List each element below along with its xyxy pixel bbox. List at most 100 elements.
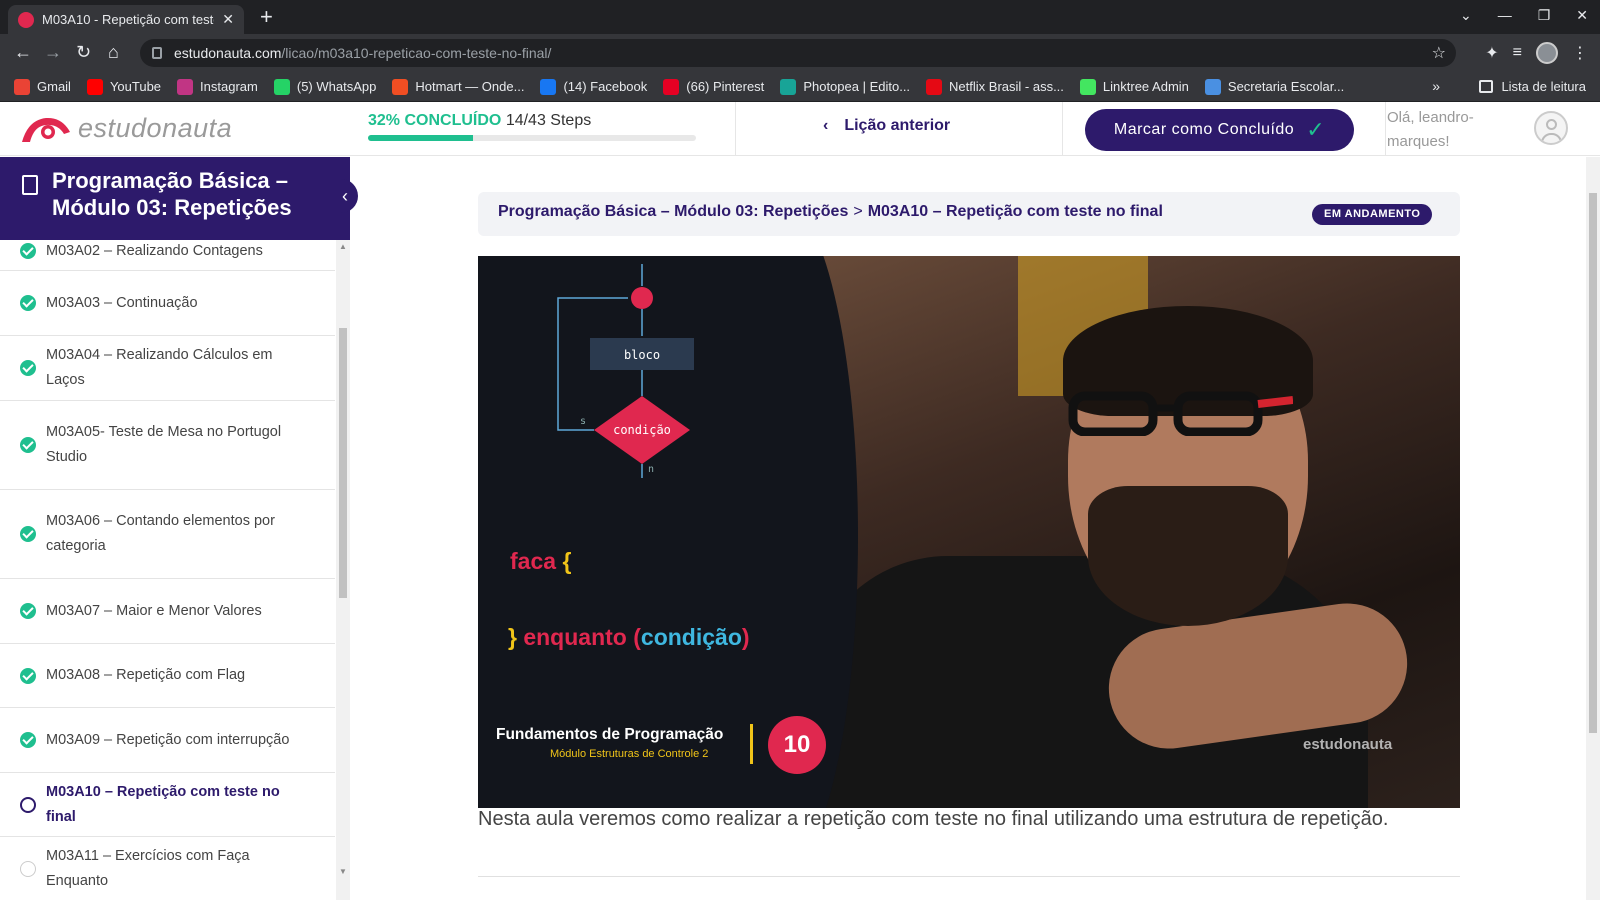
bookmark-favicon-icon (177, 78, 194, 95)
lesson-item[interactable]: M03A11 – Exercícios com Faça Enquanto (0, 837, 335, 900)
bookmark-label: (5) WhatsApp (296, 79, 377, 94)
bookmark-label: (14) Facebook (563, 79, 648, 94)
header-divider (1062, 102, 1063, 156)
logo-text: estudonauta (78, 112, 233, 143)
completed-check-icon (20, 732, 36, 748)
mark-complete-button[interactable]: Marcar como Concluído ✓ (1085, 109, 1354, 151)
course-progress: 32% CONCLUÍDO 14/43 Steps (368, 112, 698, 141)
bookmark-label: YouTube (109, 79, 162, 94)
minimize-icon[interactable]: — (1498, 7, 1512, 24)
toolbar-icons: ✦ ≡ ⋮ (1485, 42, 1588, 64)
forward-icon[interactable]: → (44, 42, 62, 62)
breadcrumb-course[interactable]: Programação Básica – Módulo 03: Repetiçõ… (498, 203, 848, 220)
lesson-item[interactable]: M03A04 – Realizando Cálculos em Laços (0, 336, 335, 401)
new-tab-icon[interactable]: + (260, 5, 273, 29)
chevron-left-icon: ‹ (823, 117, 829, 134)
lesson-item[interactable]: M03A03 – Continuação (0, 271, 335, 336)
collapse-sidebar-button[interactable]: ‹ (332, 179, 358, 213)
extensions-icon[interactable]: ✦ (1485, 43, 1498, 63)
progress-fill (368, 135, 473, 141)
bookmark-favicon-icon (392, 78, 409, 95)
bookmark-item[interactable]: Secretaria Escolar... (1204, 78, 1344, 95)
lesson-video[interactable]: bloco condição s n faca { } enquanto (co… (478, 256, 1460, 808)
bookmark-favicon-icon (663, 78, 680, 95)
lesson-list: M03A02 – Realizando Contagens M03A03 – Co… (0, 240, 335, 900)
flowchart-diagram: bloco condição s n (557, 264, 694, 478)
site-logo[interactable]: estudonauta (18, 112, 232, 144)
page-scrollbar[interactable] (1586, 157, 1600, 900)
video-presenter-beard (1088, 486, 1288, 626)
reading-list-label: Lista de leitura (1501, 79, 1586, 94)
bookmark-item[interactable]: YouTube (86, 78, 162, 95)
lesson-label: M03A08 – Repetição com Flag (46, 667, 246, 683)
bookmark-item[interactable]: (14) Facebook (540, 78, 648, 95)
lesson-item[interactable]: M03A06 – Contando elementos por categori… (0, 490, 335, 579)
lesson-item[interactable]: M03A05- Teste de Mesa no Portugol Studio (0, 401, 335, 490)
bookmark-item[interactable]: Linktree Admin (1079, 78, 1189, 95)
completed-check-icon (20, 360, 36, 376)
lesson-item[interactable]: M03A08 – Repetição com Flag (0, 644, 335, 708)
status-circle-icon (20, 796, 36, 813)
breadcrumb-lesson: M03A10 – Repetição com teste no final (867, 203, 1163, 220)
previous-lesson-link[interactable]: ‹ Lição anterior (823, 117, 950, 135)
code-paren-open: ( (633, 624, 641, 650)
code-open-brace: { (562, 548, 572, 574)
bookmarks-overflow-icon[interactable]: » (1432, 78, 1440, 94)
bookmark-favicon-icon (540, 78, 557, 95)
bookmark-item[interactable]: Instagram (177, 78, 258, 95)
completed-check-icon (20, 437, 36, 453)
reading-list-button[interactable]: Lista de leitura (1479, 79, 1586, 94)
progress-track (368, 135, 696, 141)
bookmark-favicon-icon (926, 78, 943, 95)
completed-check-icon (20, 526, 36, 542)
scroll-up-icon[interactable]: ▲ (339, 242, 347, 251)
lesson-description: Nesta aula veremos como realizar a repet… (478, 808, 1389, 830)
flowchart-condition-label: condição (613, 423, 671, 437)
bookmark-item[interactable]: Gmail (14, 78, 71, 95)
status-circle-icon (20, 861, 36, 877)
document-icon (22, 175, 38, 195)
back-icon[interactable]: ← (14, 42, 32, 62)
lesson-item[interactable]: M03A07 – Maior e Menor Valores (0, 579, 335, 644)
menu-icon[interactable]: ⋮ (1572, 43, 1588, 63)
sidebar-scrollbar[interactable]: ▲ ▼ (336, 240, 350, 900)
address-bar[interactable]: estudonauta.com /licao/m03a10-repeticao-… (140, 39, 1456, 67)
breadcrumb-separator: > (853, 203, 863, 220)
bookmark-item[interactable]: Photopea | Edito... (780, 78, 910, 95)
lock-icon[interactable] (152, 47, 162, 59)
code-condition: condição (640, 624, 742, 650)
bookmark-item[interactable]: Netflix Brasil - ass... (926, 78, 1064, 95)
bookmark-label: Instagram (200, 79, 258, 94)
bookmark-label: Linktree Admin (1102, 79, 1189, 94)
bookmark-label: Hotmart — Onde... (415, 79, 525, 94)
bookmark-star-icon[interactable]: ☆ (1432, 43, 1446, 63)
user-avatar[interactable] (1534, 111, 1568, 145)
page-scroll-thumb[interactable] (1589, 193, 1597, 733)
lesson-item[interactable]: M03A02 – Realizando Contagens (0, 240, 335, 271)
media-control-icon[interactable]: ≡ (1513, 44, 1522, 62)
video-subtitle: Módulo Estruturas de Controle 2 (550, 748, 709, 760)
reload-icon[interactable]: ↻ (76, 42, 91, 62)
flowchart-block-label: bloco (624, 348, 660, 362)
restore-icon[interactable]: ❐ (1538, 7, 1551, 24)
scroll-down-icon[interactable]: ▼ (339, 867, 347, 876)
lesson-item[interactable]: M03A10 – Repetição com teste no final (0, 773, 335, 837)
user-greeting[interactable]: Olá, leandro-marques! (1387, 106, 1497, 154)
bookmark-item[interactable]: (5) WhatsApp (273, 78, 377, 95)
video-lesson-number: 10 (768, 716, 826, 774)
close-window-icon[interactable]: ✕ (1576, 7, 1588, 24)
sidebar-scroll-thumb[interactable] (339, 328, 347, 598)
browser-tab[interactable]: M03A10 - Repetição com teste ✕ (8, 5, 244, 34)
completed-check-icon (20, 667, 36, 684)
lesson-item[interactable]: M03A09 – Repetição com interrupção (0, 708, 335, 773)
bookmark-item[interactable]: (66) Pinterest (663, 78, 764, 95)
video-watermark: estudonauta (1303, 736, 1393, 753)
window-controls: ⌄ — ❐ ✕ (1460, 7, 1588, 24)
profile-avatar[interactable] (1536, 42, 1558, 64)
home-icon[interactable]: ⌂ (108, 42, 119, 62)
close-tab-icon[interactable]: ✕ (222, 11, 234, 28)
bookmark-item[interactable]: Hotmart — Onde... (392, 78, 525, 95)
video-title: Fundamentos de Programação (496, 726, 724, 743)
completed-check-icon (20, 603, 36, 619)
tab-search-icon[interactable]: ⌄ (1460, 7, 1472, 24)
